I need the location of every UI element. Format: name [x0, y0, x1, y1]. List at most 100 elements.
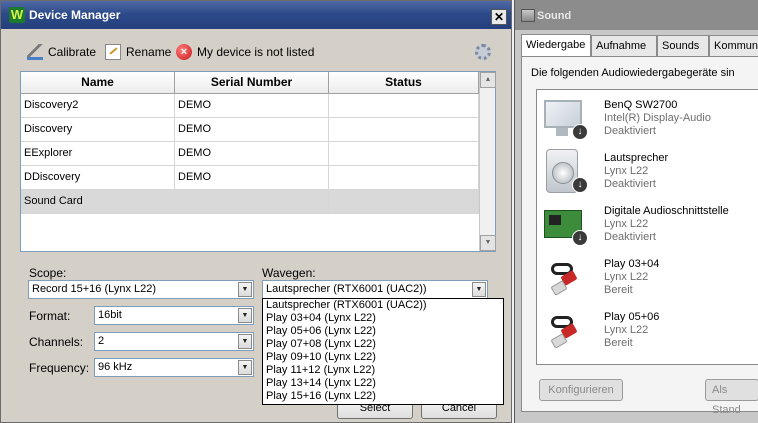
device-name: Play 05+06 — [604, 311, 660, 323]
dropdown-option[interactable]: Play 15+16 (Lynx L22) — [263, 390, 503, 403]
chevron-down-icon[interactable]: ▼ — [238, 282, 252, 297]
dropdown-option[interactable]: Lautsprecher (RTX6001 (UAC2)) — [263, 299, 503, 312]
cell-serial: DEMO — [175, 142, 329, 165]
cell-serial — [175, 190, 329, 213]
wavegen-value: Lautsprecher (RTX6001 (UAC2)) — [266, 283, 427, 295]
playback-device-list: ↓ BenQ SW2700 Intel(R) Display-Audio Dea… — [536, 89, 758, 365]
device-item[interactable]: Play 05+06 Lynx L22 Bereit — [537, 304, 758, 356]
format-select[interactable]: 16bit ▼ — [94, 306, 254, 325]
cell-status — [329, 94, 479, 117]
scope-select[interactable]: Record 15+16 (Lynx L22) ▼ — [28, 280, 254, 299]
device-detail: Intel(R) Display-Audio — [604, 112, 711, 124]
dropdown-option[interactable]: Play 03+04 (Lynx L22) — [263, 312, 503, 325]
cell-serial: DEMO — [175, 166, 329, 189]
window-title: Device Manager — [29, 8, 121, 22]
calibrate-icon — [27, 44, 43, 60]
rename-button[interactable]: Rename — [105, 41, 171, 63]
device-item[interactable]: ↓ BenQ SW2700 Intel(R) Display-Audio Dea… — [537, 92, 758, 144]
scope-value: Record 15+16 (Lynx L22) — [32, 283, 157, 295]
cell-name: EExplorer — [21, 142, 175, 165]
tab-aufnahme[interactable]: Aufnahme — [591, 35, 657, 56]
configure-button[interactable]: Konfigurieren — [539, 379, 623, 401]
rca-cable-icon — [542, 361, 586, 364]
scroll-down-icon[interactable]: ▼ — [480, 235, 496, 251]
sound-card-icon: ↓ — [542, 202, 588, 246]
format-label: Format: — [29, 309, 71, 323]
chevron-down-icon[interactable]: ▼ — [238, 334, 252, 349]
wavegen-dropdown-list: Lautsprecher (RTX6001 (UAC2)) Play 03+04… — [262, 298, 504, 405]
scope-label: Scope: — [29, 266, 67, 280]
table-header: Name Serial Number Status — [21, 72, 479, 94]
disabled-arrow-icon: ↓ — [572, 124, 588, 140]
device-name: BenQ SW2700 — [604, 99, 678, 111]
format-value: 16bit — [98, 309, 122, 321]
device-not-listed-button[interactable]: × My device is not listed — [176, 41, 314, 63]
table-row[interactable]: EExplorer DEMO — [21, 142, 479, 166]
sound-window: Sound Wiedergabe Aufnahme Sounds Kommuni… — [514, 0, 758, 423]
tab-wiedergabe[interactable]: Wiedergabe — [521, 34, 591, 56]
cell-name: Discovery2 — [21, 94, 175, 117]
device-item[interactable]: ↓ Lautsprecher Lynx L22 Deaktiviert — [537, 145, 758, 197]
tab-kommunikation[interactable]: Kommunika — [709, 35, 758, 56]
device-name: Lautsprecher — [604, 152, 669, 164]
monitor-icon: ↓ — [542, 96, 588, 140]
error-icon: × — [176, 44, 192, 60]
channels-value: 2 — [98, 335, 105, 347]
cell-name: Sound Card — [21, 190, 175, 213]
tab-sounds[interactable]: Sounds — [657, 35, 709, 56]
cell-serial: DEMO — [175, 118, 329, 141]
scroll-up-icon[interactable]: ▲ — [480, 72, 496, 88]
column-header-name[interactable]: Name — [21, 72, 175, 93]
chevron-down-icon[interactable]: ▼ — [238, 360, 252, 375]
device-item[interactable]: Play 03+04 Lynx L22 Bereit — [537, 251, 758, 303]
device-not-listed-label: My device is not listed — [197, 45, 315, 59]
set-default-button[interactable]: Als Stand — [705, 379, 758, 416]
title-bar[interactable]: W Device Manager ✕ — [1, 1, 511, 29]
cell-status — [329, 118, 479, 141]
device-item[interactable] — [537, 357, 758, 364]
chevron-down-icon[interactable]: ▼ — [238, 308, 252, 323]
device-state: Deaktiviert — [604, 125, 656, 137]
cell-status — [329, 142, 479, 165]
column-header-serial[interactable]: Serial Number — [175, 72, 329, 93]
dropdown-option[interactable]: Play 07+08 (Lynx L22) — [263, 338, 503, 351]
settings-gear-icon[interactable] — [475, 44, 491, 60]
device-item[interactable]: ↓ Digitale Audioschnittstelle Lynx L22 D… — [537, 198, 758, 250]
sound-window-title: Sound — [537, 10, 572, 22]
wavegen-label: Wavegen: — [262, 266, 316, 280]
dropdown-option[interactable]: Play 13+14 (Lynx L22) — [263, 377, 503, 390]
table-row[interactable]: Discovery DEMO — [21, 118, 479, 142]
sound-title-bar[interactable]: Sound — [515, 0, 758, 30]
frequency-select[interactable]: 96 kHz ▼ — [94, 358, 254, 377]
dropdown-option[interactable]: Play 11+12 (Lynx L22) — [263, 364, 503, 377]
channels-select[interactable]: 2 ▼ — [94, 332, 254, 351]
rca-cable-icon — [542, 308, 586, 352]
device-state: Deaktiviert — [604, 231, 656, 243]
dropdown-option[interactable]: Play 09+10 (Lynx L22) — [263, 351, 503, 364]
table-row-selected[interactable]: Sound Card — [21, 190, 479, 214]
device-state: Bereit — [604, 337, 633, 349]
cell-name: Discovery — [21, 118, 175, 141]
frequency-value: 96 kHz — [98, 361, 133, 373]
column-header-status[interactable]: Status — [329, 72, 479, 93]
dropdown-option[interactable]: Play 05+06 (Lynx L22) — [263, 325, 503, 338]
speaker-icon — [521, 9, 535, 22]
device-table: Name Serial Number Status Discovery2 DEM… — [20, 71, 496, 252]
device-detail: Lynx L22 — [604, 271, 649, 283]
device-name: Digitale Audioschnittstelle — [604, 205, 729, 217]
disabled-arrow-icon: ↓ — [572, 230, 588, 246]
close-button[interactable]: ✕ — [491, 9, 507, 25]
device-detail: Lynx L22 — [604, 324, 649, 336]
table-row[interactable]: DDiscovery DEMO — [21, 166, 479, 190]
calibrate-button[interactable]: Calibrate — [27, 41, 96, 63]
channels-label: Channels: — [29, 335, 84, 349]
table-scrollbar[interactable]: ▲ ▼ — [479, 72, 496, 251]
table-row[interactable]: Discovery2 DEMO — [21, 94, 479, 118]
rca-cable-icon — [542, 255, 586, 299]
chevron-down-icon[interactable]: ▼ — [472, 282, 486, 297]
app-logo-icon: W — [9, 7, 25, 23]
calibrate-label: Calibrate — [48, 45, 97, 59]
device-detail: Lynx L22 — [604, 218, 649, 230]
rename-icon — [105, 44, 121, 60]
wavegen-select[interactable]: Lautsprecher (RTX6001 (UAC2)) ▼ — [262, 280, 488, 299]
